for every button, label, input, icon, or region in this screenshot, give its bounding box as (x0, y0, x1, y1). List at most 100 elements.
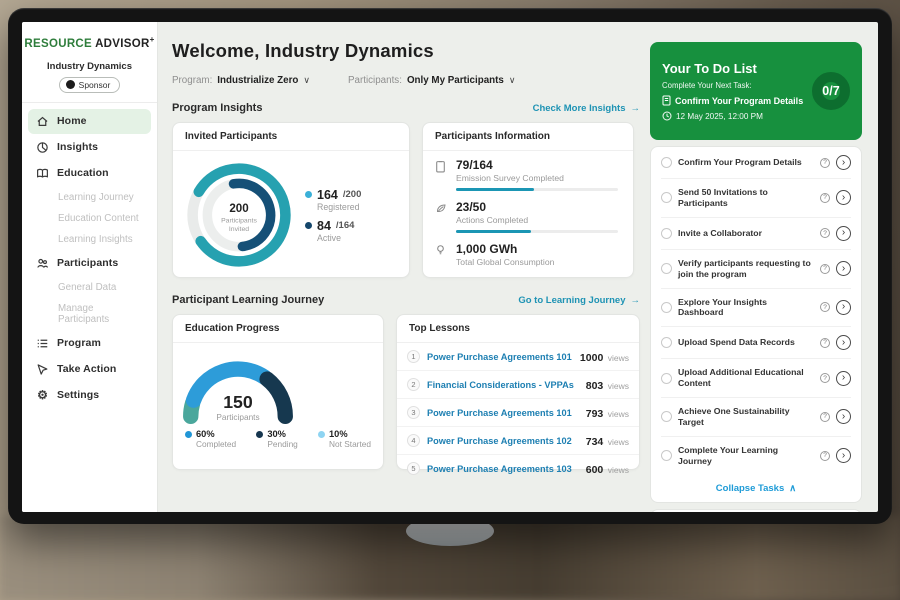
checkbox-icon[interactable] (661, 411, 672, 422)
checkbox-icon[interactable] (661, 228, 672, 239)
filter-label: Program: (172, 75, 212, 86)
lesson-link[interactable]: Financial Considerations - VPPAs (427, 380, 579, 390)
help-icon: ? (820, 158, 830, 168)
sidebar-item-label: Education (57, 167, 109, 179)
lesson-row[interactable]: 5 Power Purchase Agreements 103 600 view… (397, 455, 639, 482)
filter-value: Only My Participants (407, 75, 504, 86)
arrow-right-icon: → (631, 103, 641, 114)
sidebar-item-learning-insights[interactable]: Learning Insights (22, 229, 157, 250)
todo-header-card: Your To Do List Complete Your Next Task:… (650, 42, 862, 140)
checkbox-icon[interactable] (661, 263, 672, 274)
sidebar-item-label: Settings (57, 389, 99, 401)
sidebar-item-program[interactable]: Program (28, 331, 151, 356)
caret-up-icon: ∧ (789, 483, 796, 494)
todo-item[interactable]: Achieve One Sustainability Target ? › (661, 398, 851, 437)
sidebar-item-participants[interactable]: Participants (28, 251, 151, 276)
sidebar-item-label: Home (57, 115, 87, 127)
check-more-insights-link[interactable]: Check More Insights → (533, 103, 640, 114)
actions-leaf-icon (435, 200, 449, 233)
checkbox-icon[interactable] (661, 337, 672, 348)
sidebar-item-take-action[interactable]: Take Action (28, 357, 151, 382)
sidebar-item-home[interactable]: Home (28, 109, 151, 134)
todo-item[interactable]: Verify participants requesting to join t… (661, 250, 851, 289)
sidebar-item-education-content[interactable]: Education Content (22, 208, 157, 229)
legend-dot (256, 431, 263, 438)
legend-dot (185, 431, 192, 438)
survey-progress-bar (456, 188, 618, 191)
actions-progress-bar (456, 230, 618, 233)
chevron-right-button[interactable]: › (836, 190, 851, 205)
rank-badge: 5 (407, 462, 420, 475)
checkbox-icon[interactable] (661, 450, 672, 461)
arrow-right-icon: → (631, 295, 641, 306)
rank-badge: 2 (407, 378, 420, 391)
legend-registered: 164 /200 Registered (305, 188, 361, 212)
todo-item[interactable]: Complete Your Learning Journey ? › (661, 437, 851, 475)
program-dropdown[interactable]: Program: Industrialize Zero ∨ (172, 75, 310, 86)
card-title: Top Lessons (397, 315, 639, 343)
todo-item[interactable]: Invite a Collaborator ? › (661, 218, 851, 250)
sidebar-item-settings[interactable]: ⚙ Settings (28, 383, 151, 407)
lesson-row[interactable]: 3 Power Purchase Agreements 101 793 view… (397, 399, 639, 427)
recent-news-card: Recent News (650, 509, 862, 513)
sidebar: RESOURCE ADVISOR+ Industry Dynamics Spon… (22, 22, 158, 512)
svg-text:Invited: Invited (229, 226, 249, 233)
todo-item[interactable]: Confirm Your Program Details ? › (661, 147, 851, 179)
card-title: Education Progress (173, 315, 383, 343)
sidebar-item-learning-journey[interactable]: Learning Journey (22, 187, 157, 208)
chevron-right-button[interactable]: › (836, 155, 851, 170)
sidebar-item-insights[interactable]: Insights (28, 135, 151, 160)
help-icon: ? (820, 373, 830, 383)
todo-item[interactable]: Explore Your Insights Dashboard ? › (661, 289, 851, 328)
lesson-link[interactable]: Power Purchase Agreements 101 (427, 352, 573, 362)
chevron-right-button[interactable]: › (836, 300, 851, 315)
legend-not-started: 10% Not Started (318, 429, 371, 449)
collapse-tasks-link[interactable]: Collapse Tasks ∧ (661, 475, 851, 502)
legend-dot (305, 222, 312, 229)
dashboard-screen: RESOURCE ADVISOR+ Industry Dynamics Spon… (22, 22, 878, 512)
participants-dropdown[interactable]: Participants: Only My Participants ∨ (348, 75, 515, 86)
sidebar-item-manage-participants[interactable]: Manage Participants (22, 298, 157, 330)
todo-item[interactable]: Upload Spend Data Records ? › (661, 327, 851, 359)
sidebar-item-general-data[interactable]: General Data (22, 277, 157, 298)
chevron-right-button[interactable]: › (836, 261, 851, 276)
go-to-learning-journey-link[interactable]: Go to Learning Journey → (518, 295, 640, 306)
home-icon (36, 115, 49, 128)
lesson-row[interactable]: 4 Power Purchase Agreements 102 734 view… (397, 427, 639, 455)
todo-panel: Your To Do List Complete Your Next Task:… (650, 22, 862, 512)
chevron-right-button[interactable]: › (836, 448, 851, 463)
main-content: Welcome, Industry Dynamics Program: Indu… (159, 22, 650, 512)
lesson-row[interactable]: 2 Financial Considerations - VPPAs 803 v… (397, 371, 639, 399)
info-row-survey: 79/164 Emission Survey Completed (423, 151, 633, 193)
help-icon: ? (820, 412, 830, 422)
participants-information-card: Participants Information 79/164 Emission… (422, 122, 634, 278)
chevron-right-button[interactable]: › (836, 226, 851, 241)
chevron-right-button[interactable]: › (836, 409, 851, 424)
task-doc-icon (662, 95, 671, 106)
sidebar-item-label: Take Action (57, 363, 116, 375)
checkbox-icon[interactable] (661, 373, 672, 384)
lesson-row[interactable]: 1 Power Purchase Agreements 101 1000 vie… (397, 343, 639, 371)
gauge-legend: 60% Completed 30% Pending 10% Not Starte… (173, 425, 383, 449)
card-title: Invited Participants (173, 123, 409, 151)
checkbox-icon[interactable] (661, 192, 672, 203)
chevron-right-button[interactable]: › (836, 335, 851, 350)
help-icon: ? (820, 338, 830, 348)
divider (22, 102, 157, 103)
todo-item[interactable]: Send 50 Invitations to Participants ? › (661, 179, 851, 218)
checkbox-icon[interactable] (661, 157, 672, 168)
checkbox-icon[interactable] (661, 302, 672, 313)
todo-item[interactable]: Upload Additional Educational Content ? … (661, 359, 851, 398)
sidebar-item-education[interactable]: Education (28, 161, 151, 186)
lesson-link[interactable]: Power Purchase Agreements 101 (427, 408, 579, 418)
sponsor-badge[interactable]: Sponsor (59, 77, 121, 93)
education-progress-card: Education Progress 150 Participants 60% (172, 314, 384, 470)
app-logo: RESOURCE ADVISOR+ (22, 22, 157, 52)
help-icon: ? (820, 451, 830, 461)
chevron-right-button[interactable]: › (836, 371, 851, 386)
invited-donut-chart: 200 Participants Invited (181, 157, 297, 273)
legend-dot (318, 431, 325, 438)
lesson-link[interactable]: Power Purchase Agreements 103 (427, 464, 579, 474)
lesson-link[interactable]: Power Purchase Agreements 102 (427, 436, 579, 446)
legend-completed: 60% Completed (185, 429, 236, 449)
